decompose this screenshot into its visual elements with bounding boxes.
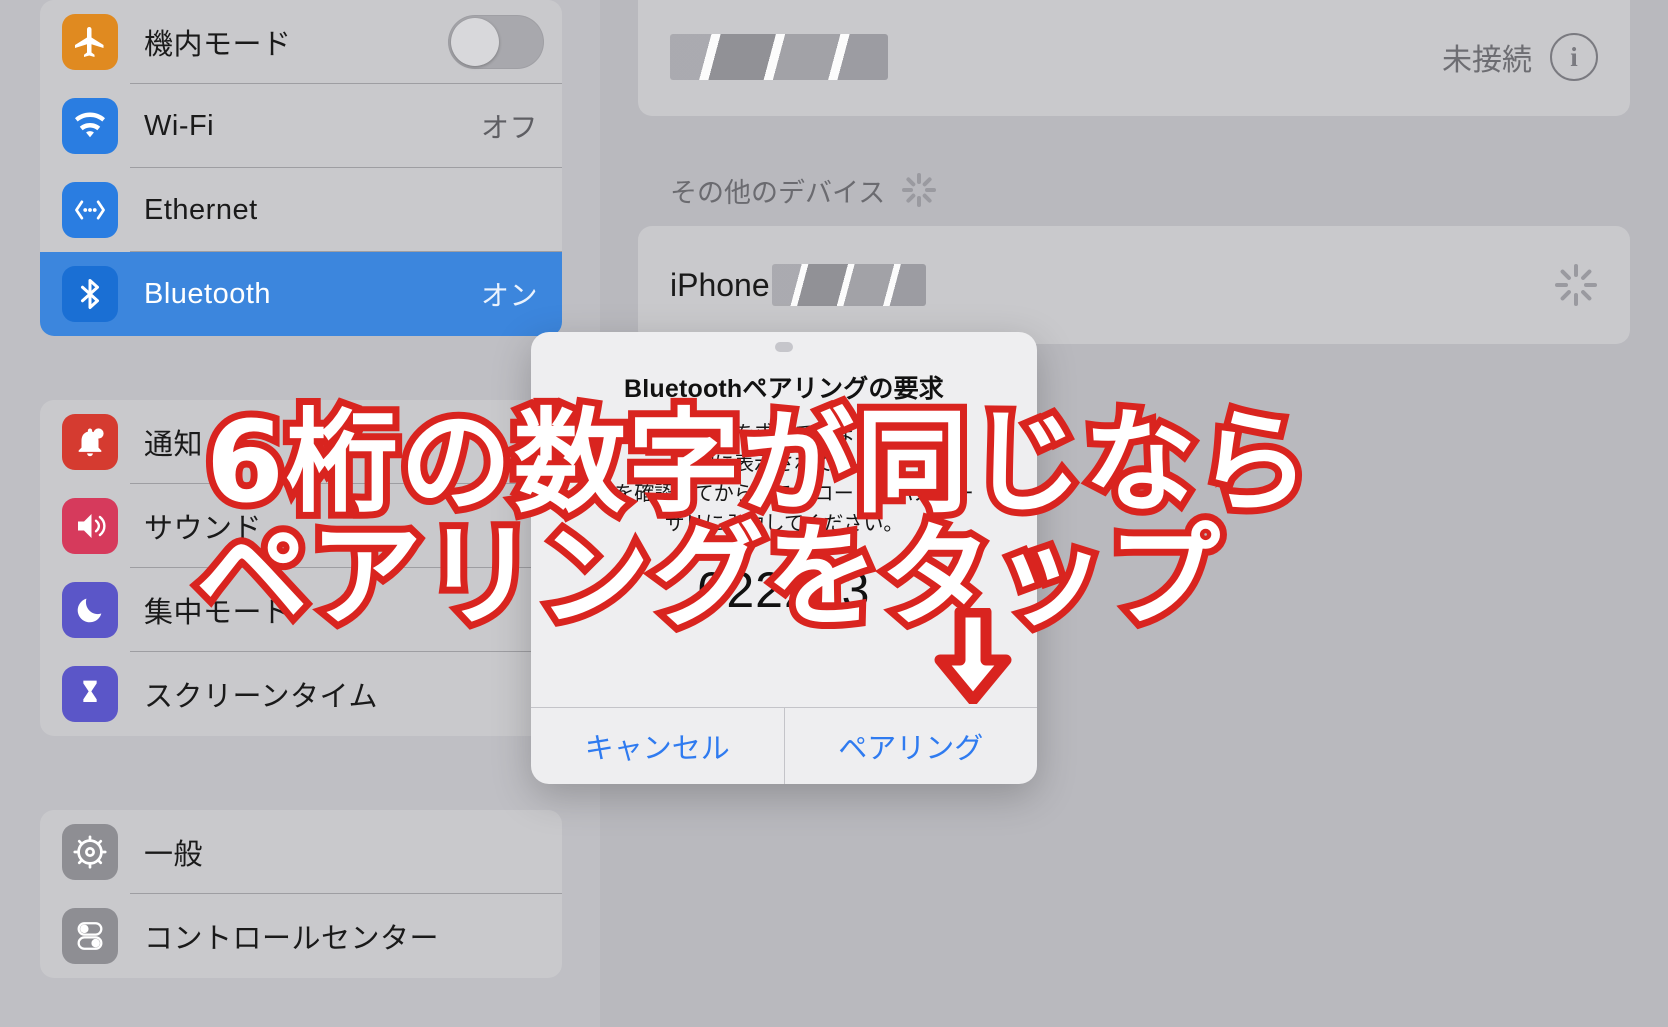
bluetooth-pairing-dialog: Bluetoothペアリングの要求 がペアリングを求めています。コード が" "… xyxy=(531,332,1037,784)
dialog-body-line-3: とを確認してから、このコードをパスキー xyxy=(594,483,974,506)
dialog-title: Bluetoothペアリングの要求 xyxy=(623,375,945,403)
pair-button[interactable]: ペアリング xyxy=(783,708,1038,784)
dialog-body: がペアリングを求めています。コード が" "に表示されているこ とを確認してから… xyxy=(531,419,1037,539)
dialog-actions: キャンセル ペアリング xyxy=(531,707,1037,784)
dialog-body-line-4: サリに入力してください。 xyxy=(664,513,904,536)
dialog-body-line-2-text: が" "に表示されているこ xyxy=(674,453,894,476)
dialog-body-line-2: が" "に表示されているこ xyxy=(557,449,1011,479)
dialog-grabber[interactable] xyxy=(775,342,793,352)
pairing-code: 022253 xyxy=(697,562,871,619)
dialog-body-line-1: がペアリングを求めています。コード xyxy=(615,423,953,446)
cancel-button[interactable]: キャンセル xyxy=(531,708,784,784)
